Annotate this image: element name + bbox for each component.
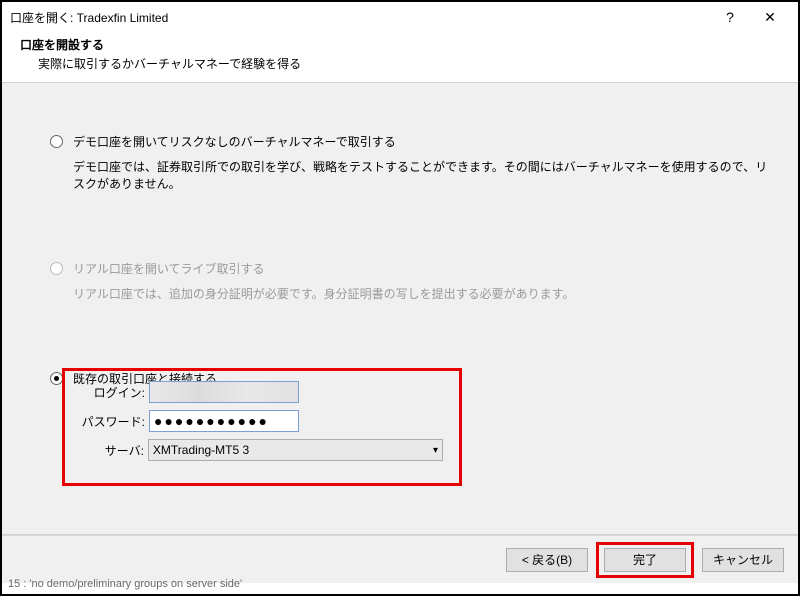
option-demo: デモ口座を開いてリスクなしのバーチャルマネーで取引する デモ口座では、証券取引所… (50, 133, 778, 192)
content-area: デモ口座を開いてリスクなしのバーチャルマネーで取引する デモ口座では、証券取引所… (2, 83, 798, 534)
close-button[interactable]: ✕ (750, 3, 790, 31)
server-select-value: XMTrading-MT5 3 (153, 443, 249, 457)
subheader: 口座を開設する 実際に取引するかバーチャルマネーで経験を得る (2, 32, 798, 82)
radio-real[interactable] (50, 262, 63, 275)
password-input[interactable]: ●●●●●●●●●●● (149, 410, 299, 432)
password-label: パスワード: (81, 413, 149, 430)
window-title: 口座を開く: Tradexfin Limited (10, 9, 710, 26)
row-server: サーバ: XMTrading-MT5 3 ▾ (81, 439, 443, 461)
radio-demo[interactable] (50, 135, 63, 148)
server-label: サーバ: (81, 442, 148, 459)
status-strip: 15 : 'no demo/preliminary groups on serv… (4, 578, 796, 592)
finish-highlight: 完了 (596, 542, 694, 578)
server-select[interactable]: XMTrading-MT5 3 ▾ (148, 439, 443, 461)
login-input[interactable] (149, 381, 299, 403)
footer: < 戻る(B) 完了 キャンセル (2, 535, 798, 583)
row-password: パスワード: ●●●●●●●●●●● (81, 410, 443, 432)
subheader-title: 口座を開設する (20, 36, 780, 53)
back-button[interactable]: < 戻る(B) (506, 548, 588, 572)
option-real: リアル口座を開いてライブ取引する リアル口座では、追加の身分証明が必要です。身分… (50, 260, 778, 302)
chevron-down-icon: ▾ (433, 445, 438, 456)
option-demo-desc: デモ口座では、証券取引所での取引を学び、戦略をテストすることができます。その間に… (73, 158, 778, 192)
option-real-desc: リアル口座では、追加の身分証明が必要です。身分証明書の写しを提出する必要がありま… (73, 285, 778, 302)
cancel-button[interactable]: キャンセル (702, 548, 784, 572)
row-login: ログイン: (81, 381, 443, 403)
help-button[interactable]: ? (710, 3, 750, 31)
login-label: ログイン: (81, 384, 149, 401)
option-demo-title[interactable]: デモ口座を開いてリスクなしのバーチャルマネーで取引する (73, 133, 396, 150)
credentials-highlight-box: ログイン: パスワード: ●●●●●●●●●●● サーバ: XMTrading-… (62, 368, 462, 486)
finish-button[interactable]: 完了 (604, 548, 686, 572)
option-real-title[interactable]: リアル口座を開いてライブ取引する (73, 260, 265, 277)
titlebar: 口座を開く: Tradexfin Limited ? ✕ (2, 2, 798, 32)
subheader-desc: 実際に取引するかバーチャルマネーで経験を得る (20, 55, 780, 72)
